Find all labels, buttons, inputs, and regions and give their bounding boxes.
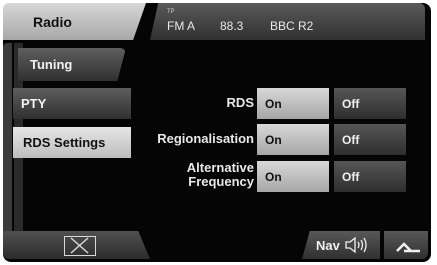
tp-indicator: TP xyxy=(167,9,175,15)
regionalisation-on-button[interactable]: On xyxy=(257,124,329,155)
nav-label: Nav xyxy=(316,237,340,253)
alternative-frequency-on-button[interactable]: On xyxy=(257,161,329,192)
option-label: On xyxy=(265,169,282,184)
option-label: Off xyxy=(342,96,360,111)
back-arrow-icon xyxy=(396,242,420,253)
station-label: BBC R2 xyxy=(270,19,314,33)
speaker-icon xyxy=(345,237,367,253)
regionalisation-label: Regionalisation xyxy=(157,131,254,146)
radio-tab[interactable]: Radio xyxy=(3,3,146,40)
status-bar: TP FM A 88.3 BBC R2 xyxy=(150,3,425,40)
option-label: Off xyxy=(342,132,360,147)
sidebar-item-label: PTY xyxy=(21,96,47,111)
rds-label: RDS xyxy=(226,95,254,110)
sidebar-item-label: Tuning xyxy=(30,57,73,72)
close-icon xyxy=(70,237,89,254)
frequency-label: 88.3 xyxy=(220,19,244,33)
left-rail xyxy=(3,43,12,235)
sidebar-item-pty[interactable]: PTY xyxy=(13,88,131,119)
regionalisation-off-button[interactable]: Off xyxy=(334,124,406,155)
rds-off-button[interactable]: Off xyxy=(334,88,406,119)
sidebar-item-label: RDS Settings xyxy=(23,135,106,150)
back-button[interactable] xyxy=(384,231,428,259)
option-label: On xyxy=(265,96,282,111)
nav-button[interactable]: Nav xyxy=(302,231,380,259)
sidebar-item-rds-settings[interactable]: RDS Settings xyxy=(13,127,131,158)
label-line-1: Alternative xyxy=(186,160,254,175)
option-label: On xyxy=(265,132,282,147)
label-line-2: Frequency xyxy=(188,174,254,189)
alternative-frequency-label: Alternative Frequency xyxy=(160,161,254,189)
option-label: Off xyxy=(342,169,360,184)
alternative-frequency-off-button[interactable]: Off xyxy=(334,161,406,192)
rds-on-button[interactable]: On xyxy=(257,88,329,119)
close-button[interactable] xyxy=(64,236,96,256)
band-label: FM A xyxy=(167,19,196,33)
page-title: Radio xyxy=(33,13,72,30)
sidebar-item-tuning[interactable]: Tuning xyxy=(18,48,126,81)
